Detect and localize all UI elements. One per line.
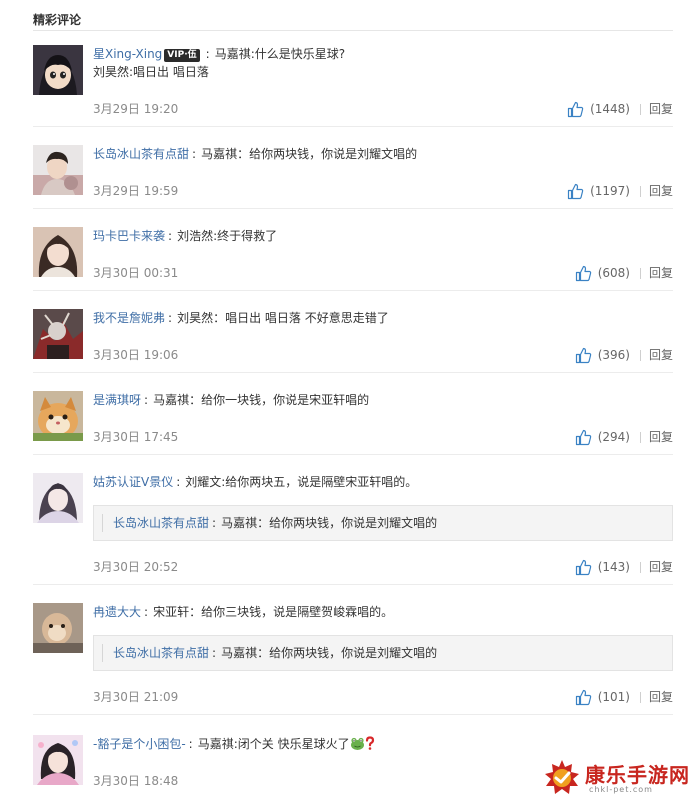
like-count: (1197) xyxy=(590,184,630,198)
quote-bar xyxy=(102,644,103,662)
site-watermark: 康乐手游网 chkl-pet.com xyxy=(541,756,693,800)
vip-badge: VIP·伍 xyxy=(164,49,200,62)
comment-divider xyxy=(33,584,673,585)
comment-time: 3月30日 00:31 xyxy=(93,266,179,280)
thumbs-up-icon[interactable] xyxy=(575,429,592,446)
watermark-url: chkl-pet.com xyxy=(589,785,653,794)
comment-username[interactable]: 我不是詹妮弗 xyxy=(93,311,165,325)
like-count: (396) xyxy=(597,348,630,362)
comment-username[interactable]: -豁子是个小困包- xyxy=(93,737,186,751)
reply-button[interactable]: 回复 xyxy=(649,100,673,118)
comment-item: 长岛冰山茶有点甜: 马嘉祺：给你两块钱，你说是刘耀文唱的 3月29日 19:59 … xyxy=(33,145,673,209)
thumbs-up-icon[interactable] xyxy=(575,689,592,706)
comment-item: 玛卡巴卡来袭: 刘浩然:终于得救了 3月30日 00:31 (608) 回复 xyxy=(33,227,673,291)
frog-emoji-icon xyxy=(350,737,364,750)
comment-meta: 3月30日 17:45 (294) 回复 xyxy=(93,428,673,446)
reply-button[interactable]: 回复 xyxy=(649,264,673,282)
comment-item: 我不是詹妮弗: 刘昊然：唱日出 唱日落 不好意思走错了 3月30日 19:06 (… xyxy=(33,309,673,373)
quote-username[interactable]: 长岛冰山茶有点甜 xyxy=(113,516,209,530)
comment-meta: 3月30日 20:52 (143) 回复 xyxy=(93,558,673,576)
watermark-name: 康乐手游网 xyxy=(585,763,690,787)
action-divider xyxy=(639,103,641,115)
thumbs-up-icon[interactable] xyxy=(575,347,592,364)
comment-meta: 3月30日 19:06 (396) 回复 xyxy=(93,346,673,364)
watermark-logo-icon xyxy=(545,760,579,794)
action-divider xyxy=(639,185,641,197)
comment-meta: 3月29日 19:59 (1197) 回复 xyxy=(93,182,673,200)
title-rule xyxy=(33,30,673,31)
comment-text-line2: 刘昊然:唱日出 唱日落 xyxy=(93,65,209,79)
action-divider xyxy=(639,349,641,361)
like-count: (143) xyxy=(597,560,630,574)
comment-username[interactable]: 长岛冰山茶有点甜 xyxy=(93,147,189,161)
comment-divider xyxy=(33,126,673,127)
quote-text: 马嘉祺：给你两块钱，你说是刘耀文唱的 xyxy=(221,646,438,660)
comment-text: 马嘉祺:什么是快乐星球? xyxy=(214,47,346,61)
thumbs-up-icon[interactable] xyxy=(575,559,592,576)
comment-text: 刘浩然:终于得救了 xyxy=(177,229,278,243)
avatar[interactable] xyxy=(33,45,83,95)
comment-text: 马嘉祺：给你一块钱，你说是宋亚轩唱的 xyxy=(153,393,370,407)
question-mark-icon xyxy=(365,736,374,750)
quote-username[interactable]: 长岛冰山茶有点甜 xyxy=(113,646,209,660)
comment-username[interactable]: 冉遗大大 xyxy=(93,605,141,619)
reply-button[interactable]: 回复 xyxy=(649,182,673,200)
comment-username[interactable]: 星Xing-Xing xyxy=(93,47,162,61)
avatar[interactable] xyxy=(33,473,83,523)
action-divider xyxy=(639,431,641,443)
comment-item: 星Xing-Xing VIP·伍: 马嘉祺:什么是快乐星球? 刘昊然:唱日出 唱日落… xyxy=(33,45,673,127)
avatar[interactable] xyxy=(33,145,83,195)
comment-time: 3月30日 19:06 xyxy=(93,348,179,362)
comment-text: 马嘉祺:闭个关 快乐星球火了 xyxy=(197,737,350,751)
comment-divider xyxy=(33,454,673,455)
comment-text: 宋亚轩：给你三块钱，说是隔壁贺峻霖唱的。 xyxy=(153,605,394,619)
comment-time: 3月30日 20:52 xyxy=(93,560,179,574)
thumbs-up-icon[interactable] xyxy=(567,183,584,200)
comment-text: 马嘉祺：给你两块钱，你说是刘耀文唱的 xyxy=(201,147,418,161)
thumbs-up-icon[interactable] xyxy=(567,101,584,118)
comment-username[interactable]: 是满琪呀 xyxy=(93,393,141,407)
comment-username[interactable]: 姑苏认证V景仪 xyxy=(93,475,173,489)
comment-divider xyxy=(33,290,673,291)
comment-meta: 3月29日 19:20 (1448) 回复 xyxy=(93,100,673,118)
quoted-comment: 长岛冰山茶有点甜: 马嘉祺：给你两块钱，你说是刘耀文唱的 xyxy=(93,505,673,541)
comment-text: 刘昊然：唱日出 唱日落 不好意思走错了 xyxy=(177,311,389,325)
avatar[interactable] xyxy=(33,603,83,653)
comment-item: 是满琪呀: 马嘉祺：给你一块钱，你说是宋亚轩唱的 3月30日 17:45 (294… xyxy=(33,391,673,455)
reply-button[interactable]: 回复 xyxy=(649,688,673,706)
action-divider xyxy=(639,267,641,279)
section-title: 精彩评论 xyxy=(33,13,82,27)
comment-text: 刘耀文:给你两块五，说是隔壁宋亚轩唱的。 xyxy=(185,475,418,489)
like-count: (294) xyxy=(597,430,630,444)
avatar[interactable] xyxy=(33,391,83,441)
action-divider xyxy=(639,691,641,703)
comment-divider xyxy=(33,714,673,715)
comment-time: 3月30日 21:09 xyxy=(93,690,179,704)
comment-meta: 3月30日 21:09 (101) 回复 xyxy=(93,688,673,706)
comment-time: 3月30日 17:45 xyxy=(93,430,179,444)
comment-time: 3月29日 19:59 xyxy=(93,184,179,198)
quote-text: 马嘉祺：给你两块钱，你说是刘耀文唱的 xyxy=(221,516,438,530)
avatar[interactable] xyxy=(33,735,83,785)
quote-bar xyxy=(102,514,103,532)
thumbs-up-icon[interactable] xyxy=(575,265,592,282)
reply-button[interactable]: 回复 xyxy=(649,428,673,446)
comment-item: 姑苏认证V景仪: 刘耀文:给你两块五，说是隔壁宋亚轩唱的。 长岛冰山茶有点甜: 马嘉… xyxy=(33,473,673,585)
comment-time: 3月30日 18:48 xyxy=(93,774,179,788)
comment-item: 冉遗大大: 宋亚轩：给你三块钱，说是隔壁贺峻霖唱的。 长岛冰山茶有点甜: 马嘉祺：给… xyxy=(33,603,673,715)
reply-button[interactable]: 回复 xyxy=(649,346,673,364)
avatar[interactable] xyxy=(33,227,83,277)
comment-divider xyxy=(33,372,673,373)
quoted-comment: 长岛冰山茶有点甜: 马嘉祺：给你两块钱，你说是刘耀文唱的 xyxy=(93,635,673,671)
like-count: (1448) xyxy=(590,102,630,116)
like-count: (101) xyxy=(597,690,630,704)
avatar[interactable] xyxy=(33,309,83,359)
like-count: (608) xyxy=(597,266,630,280)
action-divider xyxy=(639,561,641,573)
comment-meta: 3月30日 00:31 (608) 回复 xyxy=(93,264,673,282)
comment-divider xyxy=(33,208,673,209)
reply-button[interactable]: 回复 xyxy=(649,558,673,576)
comment-username[interactable]: 玛卡巴卡来袭 xyxy=(93,229,165,243)
comment-time: 3月29日 19:20 xyxy=(93,102,179,116)
